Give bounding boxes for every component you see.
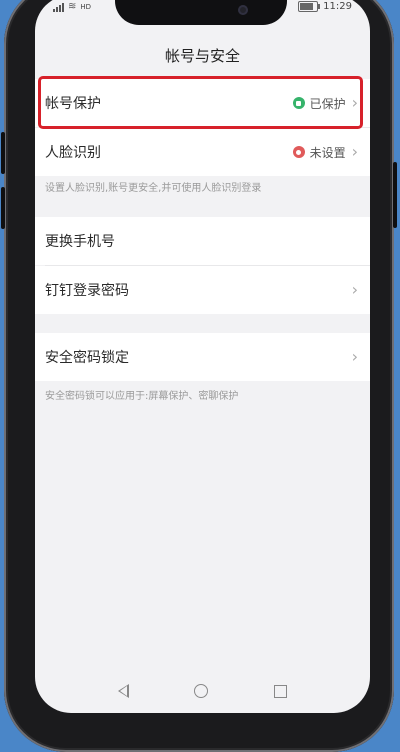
clock: 11:29 (323, 1, 352, 12)
face-recognition-status: 未设置 (292, 144, 346, 161)
recent-apps-icon[interactable] (274, 684, 288, 698)
page-title: 帐号与安全 (164, 47, 240, 65)
dingtalk-password-row[interactable]: 钉钉登录密码 › (35, 266, 370, 314)
power-button (393, 162, 397, 228)
chevron-right-icon: › (351, 142, 358, 161)
security-lock-hint: 安全密码锁可以应用于:屏幕保护、密聊保护 (45, 391, 239, 402)
face-recognition-row[interactable]: 人脸识别 未设置 › (35, 128, 370, 176)
wifi-icon: ≋ (68, 1, 77, 12)
home-icon[interactable] (194, 684, 209, 698)
dingtalk-password-label: 钉钉登录密码 (45, 283, 129, 299)
chevron-right-icon: › (351, 347, 358, 366)
volume-button (1, 132, 5, 174)
chevron-right-icon: › (351, 280, 358, 299)
phone-frame: ≋ HD 11:29 帐号与安全 帐号保护 已保护 › 人脸识别 未设置 › 设… (1, 0, 397, 752)
warning-icon (292, 146, 305, 158)
notch (115, 0, 287, 25)
signal-icon (53, 2, 64, 12)
change-phone-row[interactable]: 更换手机号 (35, 217, 370, 265)
camera (238, 5, 248, 15)
face-recognition-label: 人脸识别 (45, 145, 101, 161)
back-icon[interactable] (117, 684, 129, 698)
security-lock-label: 安全密码锁定 (45, 350, 129, 366)
change-phone-label: 更换手机号 (45, 234, 115, 250)
face-recognition-hint: 设置人脸识别,账号更安全,并可使用人脸识别登录 (45, 183, 262, 194)
volume-button (1, 187, 5, 229)
screen: ≋ HD 11:29 帐号与安全 帐号保护 已保护 › 人脸识别 未设置 › 设… (35, 0, 370, 713)
highlight-box (38, 76, 363, 129)
security-lock-row[interactable]: 安全密码锁定 › (35, 333, 370, 381)
network-speed: HD (80, 2, 92, 11)
battery-icon (298, 1, 321, 12)
navigation-bar (35, 669, 370, 713)
